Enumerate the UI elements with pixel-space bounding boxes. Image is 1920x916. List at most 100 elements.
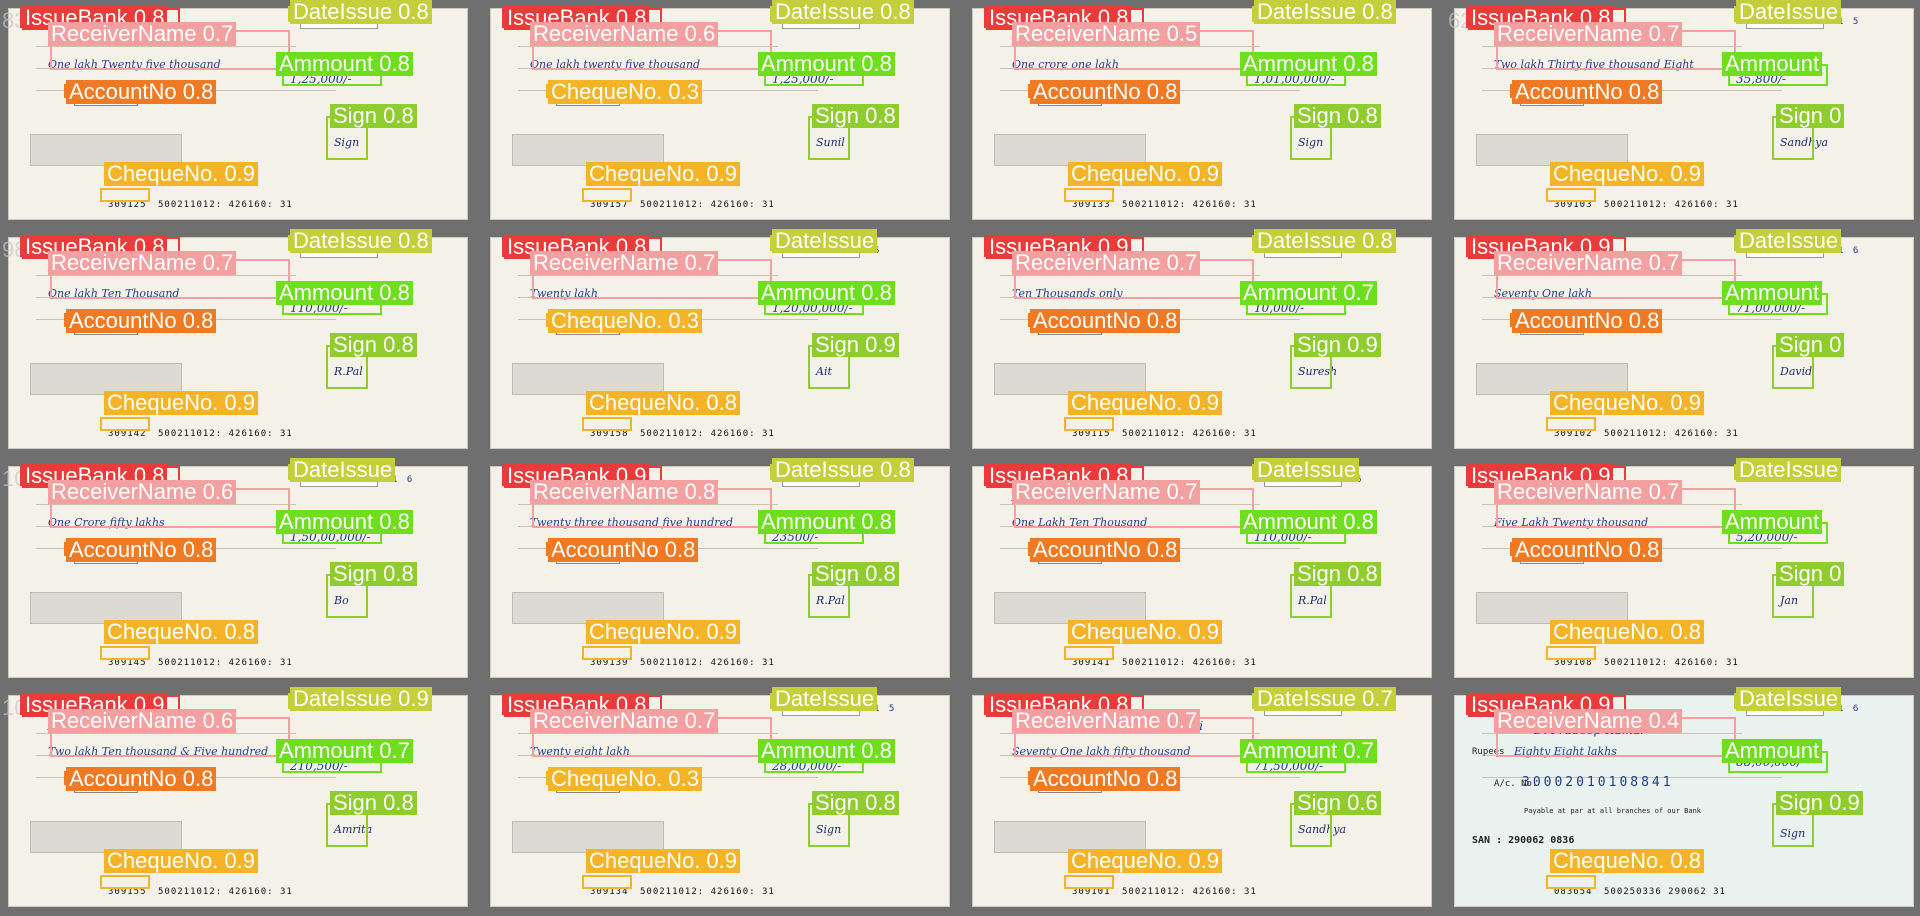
detection-label: Sign 0.8 [812, 562, 899, 586]
detection-label: DateIssue [772, 229, 878, 253]
cheque-cell: 1 5 0 3 2 0 1 6D. Pradeep KumarEighty Ei… [1446, 687, 1920, 913]
detection-label: DateIssue 0.8 [290, 0, 432, 24]
detection-label: AccountNo 0.8 [66, 767, 217, 791]
detection-label: AccountNo 0.8 [1512, 309, 1663, 333]
cheque-cell: AXIS BANK2 1 2 2 0 1 5Chahat ThakurTwent… [482, 229, 958, 455]
detection-label: DateIssue [290, 458, 396, 482]
detection-label: AccountNo 0.8 [1030, 538, 1181, 562]
detection-label: AccountNo 0.8 [1030, 80, 1181, 104]
detection-label: Ammount 0.8 [276, 52, 413, 76]
detection-label: ChequeNo. 0.9 [104, 162, 258, 186]
detection-label: ReceiverName 0.7 [48, 251, 237, 275]
cheque-cell: AXIS BANKAmrita KadamTwo lakh Ten thousa… [0, 687, 476, 913]
san-number: SAN : 290062 0836 [1472, 835, 1575, 846]
detection-label: DateIssue [1736, 229, 1842, 253]
cheque-cell: AXIS BANK2 5 0 1 2 0 1 6Kumar Vinay Sing… [482, 458, 958, 684]
detection-label: ReceiverName 0.6 [48, 709, 237, 733]
cheque-cell: AXIS BANK2 0 1 2 0 1 6Anirban SharmaOne … [964, 458, 1440, 684]
detection-label: ChequeNo. 0.9 [1550, 391, 1704, 415]
detection-label: ChequeNo. 0.9 [586, 620, 740, 644]
detection-label: ReceiverName 0.6 [530, 22, 719, 46]
detection-box [100, 417, 150, 431]
detection-label: Sign 0 [1776, 333, 1845, 357]
cheque-cell: AXIS BANK1 9 0 1 2 0 1 6BAKSHI RAM SINGH… [0, 458, 476, 684]
cheque-cell: AXIS BANK1 9 0 1 2 0 1 6Raja Rameshwar T… [964, 229, 1440, 455]
detection-label: Ammount [1722, 739, 1823, 763]
detection-label: ReceiverName 0.7 [1494, 480, 1683, 504]
detection-label: Sign 0.8 [1294, 562, 1381, 586]
micr-line: 500211012: 426160: 31 [158, 429, 293, 439]
detection-label: ReceiverName 0.4 [1494, 709, 1683, 733]
detection-label: ChequeNo. 0.9 [1068, 849, 1222, 873]
detection-box [1064, 417, 1114, 431]
detection-label: AccountNo 0.8 [548, 538, 699, 562]
detection-label: ChequeNo. 0.9 [1550, 162, 1704, 186]
detection-label: DateIssue 0.8 [772, 0, 914, 24]
detection-label: Ammount [1722, 52, 1823, 76]
detection-label: ReceiverName 0.7 [1494, 22, 1683, 46]
cheque-cell: AXIS BANK2 2 1 2 2 0 1 5Bhanu Teja Mahes… [482, 687, 958, 913]
micr-line: 500211012: 426160: 31 [640, 429, 775, 439]
detection-label: Sign 0.8 [1294, 104, 1381, 128]
detection-box [1546, 188, 1596, 202]
detection-label: Sign 0 [1776, 562, 1845, 586]
detection-label: Ammount 0.8 [758, 739, 895, 763]
cheque-cell: AXIS BANKSrikanth Reddy PoniatiOne crore… [964, 0, 1440, 226]
cheque-cell: AXIS BANK1 7 1 2 2 0 1 5Ravi Prem Chand … [0, 0, 476, 226]
detection-label: DateIssue [772, 687, 878, 711]
detection-label: Sign 0 [1776, 104, 1845, 128]
detection-label: Sign 0.8 [330, 791, 417, 815]
detection-label: DateIssue 0.9 [290, 687, 432, 711]
cheque-cell: AXIS BANK1 9 0 1 2 0 1 6Suresh Kumar Ung… [1446, 229, 1920, 455]
detection-label: Ammount 0.8 [276, 281, 413, 305]
micr-line: 500211012: 426160: 31 [1122, 429, 1257, 439]
detection-label: Ammount 0.7 [1240, 739, 1377, 763]
detection-label: ReceiverName 0.7 [1012, 480, 1201, 504]
detection-box [1546, 417, 1596, 431]
detection-label: ReceiverName 0.7 [1012, 709, 1201, 733]
detection-label: AccountNo 0.8 [66, 309, 217, 333]
detection-label: DateIssue 0.7 [1254, 687, 1396, 711]
detection-box [1064, 188, 1114, 202]
detection-label: Sign 0.9 [812, 333, 899, 357]
detection-label: DateIssue [1736, 458, 1842, 482]
detection-label: ChequeNo. 0.8 [1550, 849, 1704, 873]
detection-label: Sign 0.8 [812, 104, 899, 128]
detection-label: AccountNo 0.8 [1030, 309, 1181, 333]
micr-line: 500211012: 426160: 31 [1122, 658, 1257, 668]
detection-box [582, 188, 632, 202]
detection-label: ReceiverName 0.7 [1012, 251, 1201, 275]
detection-label: Ammount 0.7 [276, 739, 413, 763]
detection-label: ChequeNo. 0.3 [548, 80, 702, 104]
micr-line: 500211012: 426160: 31 [640, 200, 775, 210]
cheque-cell: AXIS BANK2 5 0 1 2 0 1 6Bommakanti Rahul… [0, 229, 476, 455]
micr-line: 500211012: 426160: 31 [640, 658, 775, 668]
account-number: 30002010108841 [1522, 775, 1674, 790]
detection-label: ReceiverName 0.7 [48, 22, 237, 46]
micr-line: 500211012: 426160: 31 [640, 887, 775, 897]
detection-label: Sign 0.8 [330, 333, 417, 357]
detection-label: DateIssue [1736, 0, 1842, 24]
detection-box [582, 875, 632, 889]
detection-label: DateIssue 0.8 [1254, 229, 1396, 253]
detection-label: Ammount 0.8 [1240, 510, 1377, 534]
detection-label: ChequeNo. 0.8 [104, 620, 258, 644]
detection-label: ChequeNo. 0.9 [1068, 162, 1222, 186]
detection-label: Sign 0.8 [330, 562, 417, 586]
detection-label: ChequeNo. 0.9 [104, 391, 258, 415]
detection-label: AccountNo 0.8 [1512, 80, 1663, 104]
micr-line: 500211012: 426160: 31 [158, 658, 293, 668]
detection-label: ChequeNo. 0.9 [586, 849, 740, 873]
detection-label: Ammount 0.8 [758, 510, 895, 534]
detection-label: Sign 0.6 [1294, 791, 1381, 815]
detection-box [1064, 646, 1114, 660]
detection-label: DateIssue 0.8 [290, 229, 432, 253]
detection-box [100, 646, 150, 660]
detection-label: ReceiverName 0.5 [1012, 22, 1201, 46]
detection-box [100, 188, 150, 202]
detection-label: ReceiverName 0.7 [530, 251, 719, 275]
detection-mosaic: AXIS BANK1 7 1 2 2 0 1 5Ravi Prem Chand … [0, 0, 1920, 916]
detection-label: DateIssue 0.8 [772, 458, 914, 482]
detection-label: AccountNo 0.8 [66, 538, 217, 562]
detection-box [1546, 646, 1596, 660]
